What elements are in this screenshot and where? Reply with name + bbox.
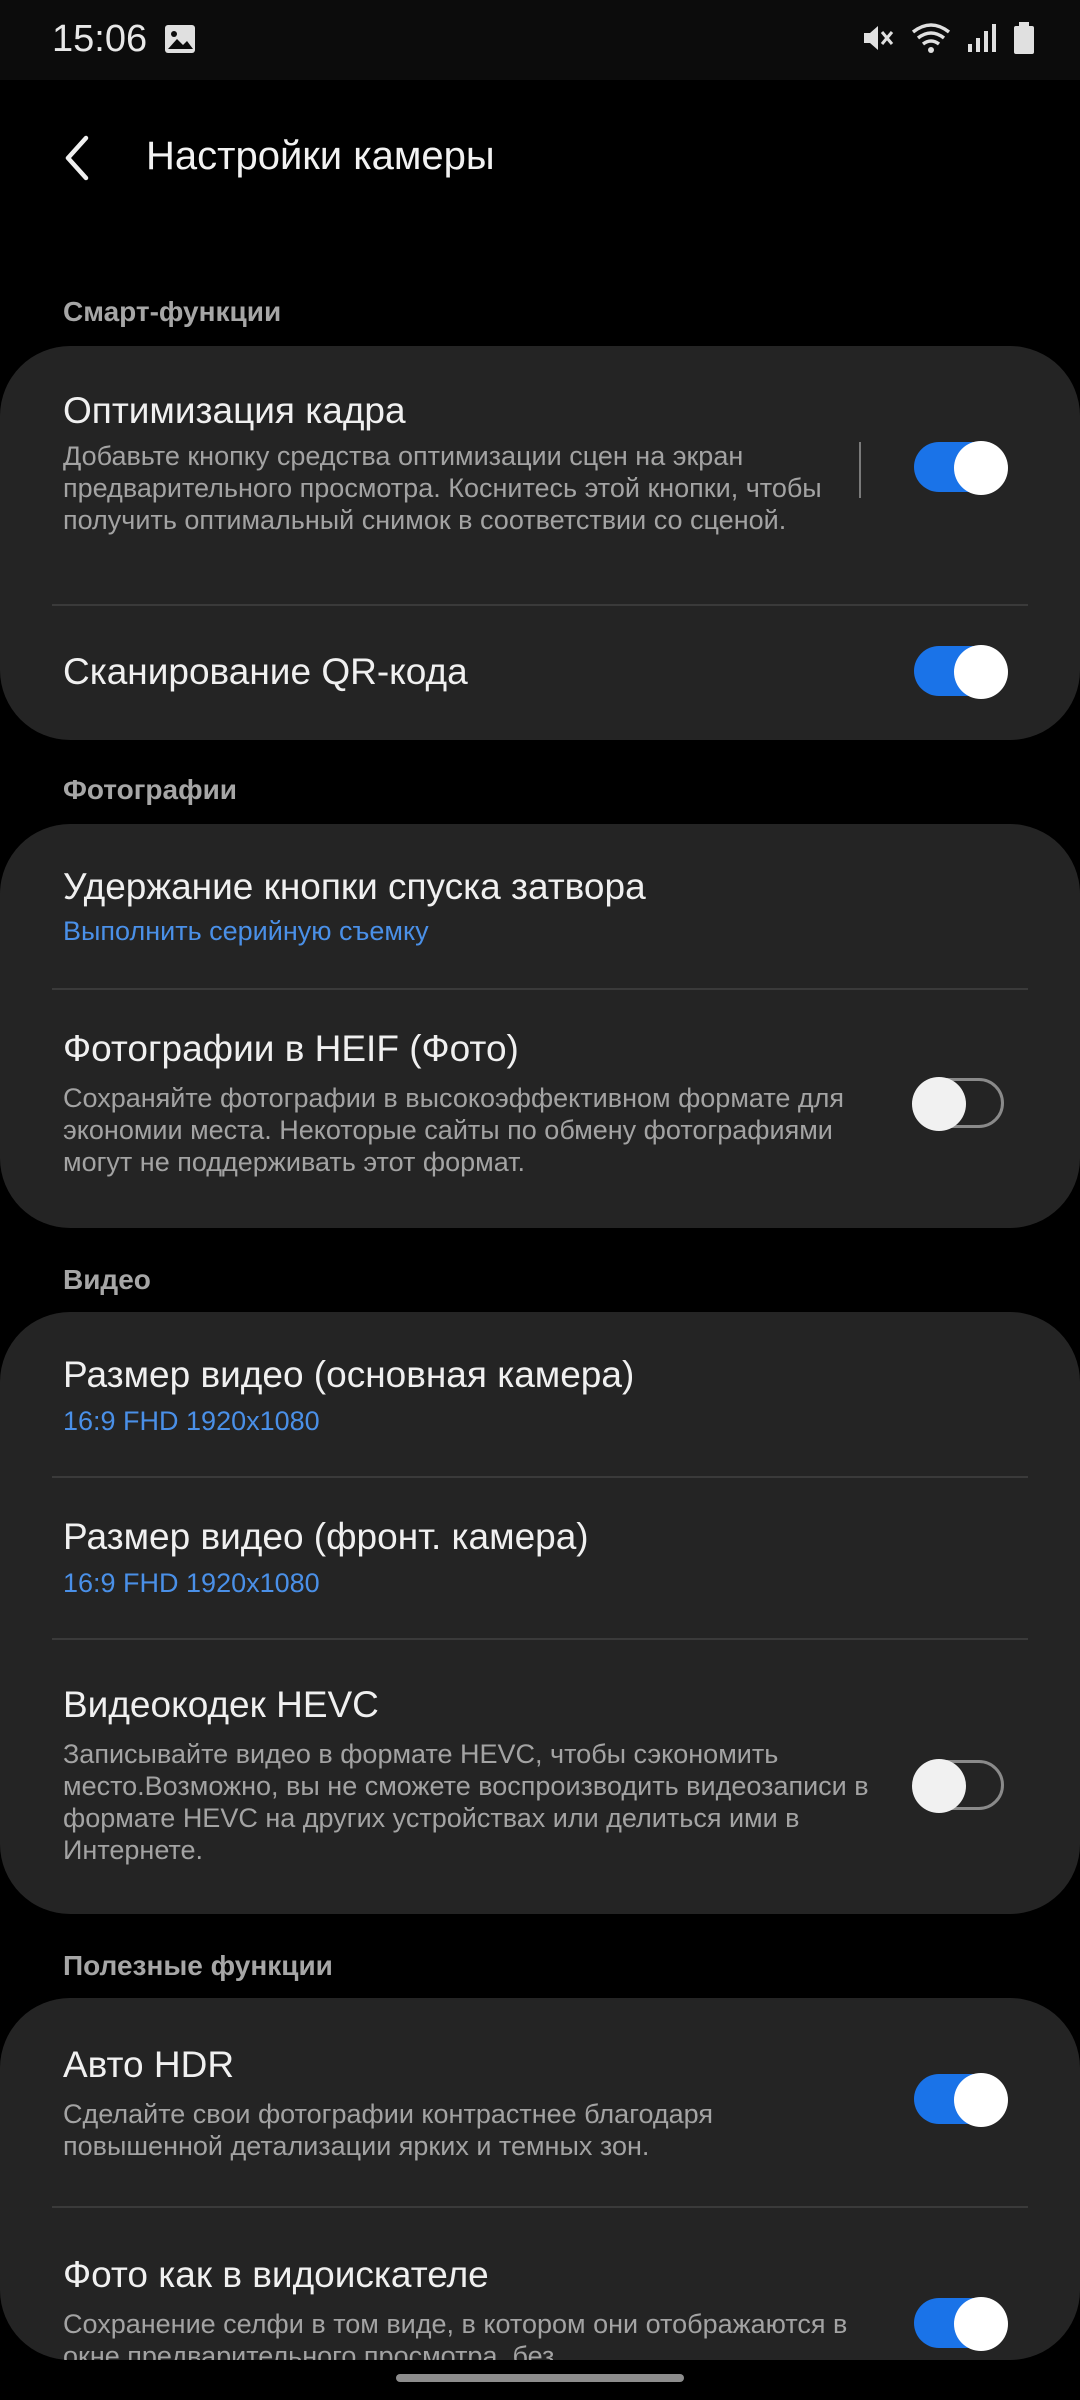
battery-icon (1014, 22, 1034, 54)
app-bar: Настройки камеры (0, 80, 1080, 230)
setting-description: Сделайте свои фотографии контрастнее бла… (63, 2099, 713, 2161)
auto-hdr-toggle[interactable] (912, 2072, 1008, 2128)
settings-card-video: Размер видео (основная камера) 16:9 FHD … (0, 1312, 1080, 1914)
settings-card-photos: Удержание кнопки спуска затвора Выполнит… (0, 824, 1080, 1228)
setting-description: Добавьте кнопку средства оптимизации сце… (63, 441, 822, 535)
setting-row-video-size-front[interactable]: Размер видео (фронт. камера) 16:9 FHD 19… (0, 1478, 1080, 1638)
setting-description: Сохраняйте фотографии в высокоэффективно… (63, 1083, 845, 1177)
setting-row-heif[interactable]: Фотографии в HEIF (Фото) Сохраняйте фото… (0, 990, 1080, 1228)
home-indicator[interactable] (396, 2374, 684, 2382)
setting-value: 16:9 FHD 1920x1080 (63, 1568, 320, 1598)
section-label-photos: Фотографии (63, 774, 238, 805)
setting-row-scene-optimizer[interactable]: Оптимизация кадра Добавьте кнопку средст… (0, 346, 1080, 604)
status-time: 15:06 (52, 18, 148, 60)
heif-toggle[interactable] (912, 1076, 1008, 1132)
wifi-icon (911, 23, 951, 53)
mute-icon (864, 26, 894, 50)
qr-scan-toggle[interactable] (912, 644, 1008, 700)
setting-title: Сканирование QR-кода (63, 651, 468, 692)
settings-card-smart: Оптимизация кадра Добавьте кнопку средст… (0, 346, 1080, 740)
setting-row-hevc[interactable]: Видеокодек HEVC Записывайте видео в форм… (0, 1640, 1080, 1914)
vertical-separator (859, 442, 861, 498)
setting-title: Фото как в видоискателе (63, 2254, 489, 2295)
back-arrow-icon[interactable] (54, 128, 114, 188)
setting-description: Записывайте видео в формате HEVC, чтобы … (63, 1739, 869, 1865)
scene-optimizer-toggle[interactable] (912, 440, 1008, 496)
settings-card-useful: Авто HDR Сделайте свои фотографии контра… (0, 1998, 1080, 2360)
setting-title: Размер видео (основная камера) (63, 1354, 635, 1395)
setting-title: Размер видео (фронт. камера) (63, 1516, 589, 1557)
setting-row-qr-scan[interactable]: Сканирование QR-кода (0, 606, 1080, 740)
setting-title: Фотографии в HEIF (Фото) (63, 1028, 519, 1069)
setting-title: Авто HDR (63, 2044, 235, 2085)
setting-row-video-size-rear[interactable]: Размер видео (основная камера) 16:9 FHD … (0, 1312, 1080, 1476)
section-label-useful: Полезные функции (63, 1950, 333, 1981)
page-title: Настройки камеры (146, 134, 495, 178)
hevc-toggle[interactable] (912, 1758, 1008, 1814)
setting-value: Выполнить серийную съемку (63, 916, 429, 946)
save-as-previewed-toggle[interactable] (912, 2296, 1008, 2352)
setting-description: Сохранение селфи в том виде, в котором о… (63, 2309, 848, 2360)
setting-row-shutter-hold[interactable]: Удержание кнопки спуска затвора Выполнит… (0, 824, 1080, 988)
status-bar: 15:06 (0, 0, 1080, 80)
setting-row-auto-hdr[interactable]: Авто HDR Сделайте свои фотографии контра… (0, 1998, 1080, 2206)
signal-icon (968, 24, 996, 52)
setting-value: 16:9 FHD 1920x1080 (63, 1406, 320, 1436)
setting-row-save-as-previewed[interactable]: Фото как в видоискателе Сохранение селфи… (0, 2208, 1080, 2360)
setting-title: Оптимизация кадра (63, 390, 406, 431)
gallery-notification-icon (165, 25, 195, 53)
setting-title: Удержание кнопки спуска затвора (63, 866, 646, 907)
section-label-video: Видео (63, 1264, 151, 1295)
setting-title: Видеокодек HEVC (63, 1684, 379, 1725)
section-label-smart: Смарт-функции (63, 296, 282, 327)
